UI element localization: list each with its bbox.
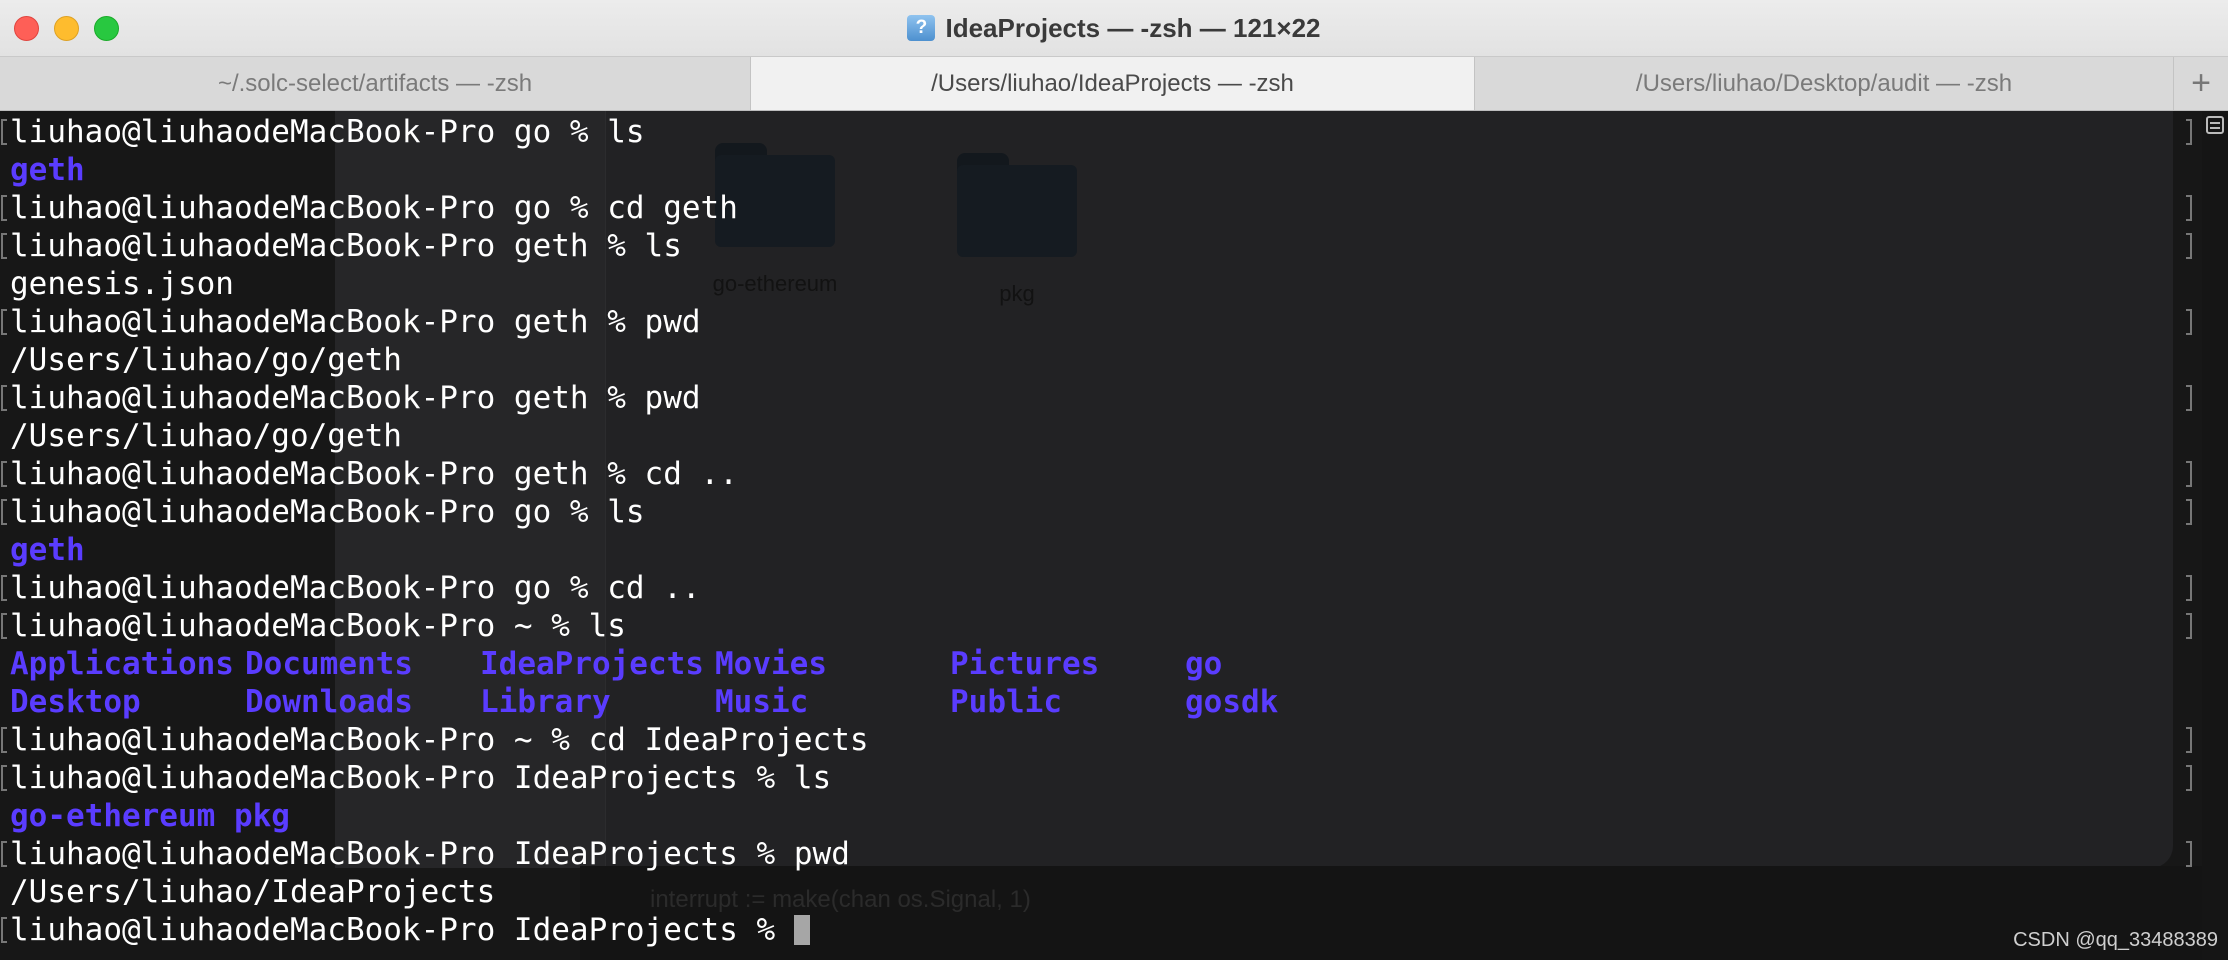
prompt-text: liuhao@liuhaodeMacBook-Pro ~ % cd IdeaPr… bbox=[10, 722, 869, 758]
prompt-text: liuhao@liuhaodeMacBook-Pro ~ % ls bbox=[10, 608, 626, 644]
prompt-line: liuhao@liuhaodeMacBook-Pro IdeaProjects … bbox=[10, 911, 1420, 949]
ls-entry: Downloads bbox=[245, 684, 413, 720]
command-output-line: genesis.json bbox=[10, 265, 1420, 303]
mark-bracket-right bbox=[2186, 499, 2192, 525]
mark-bracket-right bbox=[2186, 841, 2192, 867]
tab-audit[interactable]: /Users/liuhao/Desktop/audit — -zsh bbox=[1475, 57, 2174, 110]
ls-entry: geth bbox=[10, 152, 85, 188]
question-folder-icon: ? bbox=[907, 15, 936, 41]
ls-entry: Library bbox=[480, 684, 611, 720]
mark-bracket-left bbox=[1, 385, 7, 411]
prompt-text: liuhao@liuhaodeMacBook-Pro IdeaProjects … bbox=[10, 760, 832, 796]
prompt-text: liuhao@liuhaodeMacBook-Pro go % cd geth bbox=[10, 190, 738, 226]
mark-bracket-left bbox=[1, 765, 7, 791]
prompt-line: liuhao@liuhaodeMacBook-Pro IdeaProjects … bbox=[10, 759, 1420, 797]
ls-entry: IdeaProjects bbox=[480, 646, 704, 682]
prompt-text: liuhao@liuhaodeMacBook-Pro IdeaProjects … bbox=[10, 912, 794, 948]
command-output-line: /Users/liuhao/go/geth bbox=[10, 341, 1420, 379]
tab-solc-select[interactable]: ~/.solc-select/artifacts — -zsh bbox=[0, 57, 751, 110]
window-title-text: IdeaProjects — -zsh — 121×22 bbox=[945, 12, 1321, 43]
terminal-scroll-gutter[interactable] bbox=[2202, 111, 2228, 960]
mark-bracket-right bbox=[2186, 385, 2192, 411]
mark-bracket-left bbox=[1, 613, 7, 639]
mark-bracket-left bbox=[1, 917, 7, 943]
new-tab-button[interactable]: + bbox=[2174, 57, 2228, 110]
prompt-line: liuhao@liuhaodeMacBook-Pro geth % ls bbox=[10, 227, 1420, 265]
output-text: /Users/liuhao/go/geth bbox=[10, 342, 402, 378]
prompt-text: liuhao@liuhaodeMacBook-Pro geth % ls bbox=[10, 228, 682, 264]
split-pane-icon[interactable] bbox=[2206, 116, 2224, 134]
text-cursor bbox=[793, 915, 810, 945]
ls-entry: go bbox=[1185, 646, 1223, 682]
prompt-text: liuhao@liuhaodeMacBook-Pro geth % pwd bbox=[10, 304, 701, 340]
mark-bracket-right bbox=[2186, 233, 2192, 259]
prompt-line: liuhao@liuhaodeMacBook-Pro go % cd .. bbox=[10, 569, 1420, 607]
ls-entry: gosdk bbox=[1185, 684, 1279, 720]
prompt-line: liuhao@liuhaodeMacBook-Pro go % cd geth bbox=[10, 189, 1420, 227]
prompt-line: liuhao@liuhaodeMacBook-Pro go % ls bbox=[10, 113, 1420, 151]
output-text: /Users/liuhao/IdeaProjects bbox=[10, 874, 496, 910]
prompt-line: liuhao@liuhaodeMacBook-Pro geth % pwd bbox=[10, 303, 1420, 341]
mark-bracket-left bbox=[1, 195, 7, 221]
command-output-line: /Users/liuhao/go/geth bbox=[10, 417, 1420, 455]
mark-bracket-right bbox=[2186, 727, 2192, 753]
mark-bracket-left bbox=[1, 309, 7, 335]
prompt-line: liuhao@liuhaodeMacBook-Pro geth % cd .. bbox=[10, 455, 1420, 493]
terminal-view[interactable]: go-ethereum pkg interrupt := make(chan o… bbox=[0, 111, 2228, 960]
ls-output-row: go-ethereum pkg bbox=[10, 797, 1420, 835]
mark-bracket-right bbox=[2186, 765, 2192, 791]
mark-bracket-right bbox=[2186, 461, 2192, 487]
terminal-output: liuhao@liuhaodeMacBook-Pro go % ls geth li… bbox=[0, 111, 1420, 949]
prompt-line: liuhao@liuhaodeMacBook-Pro ~ % cd IdeaPr… bbox=[10, 721, 1420, 759]
prompt-line: liuhao@liuhaodeMacBook-Pro ~ % ls bbox=[10, 607, 1420, 645]
prompt-line: liuhao@liuhaodeMacBook-Pro IdeaProjects … bbox=[10, 835, 1420, 873]
ls-entry: Desktop bbox=[10, 684, 141, 720]
mark-bracket-right bbox=[2186, 195, 2192, 221]
mark-bracket-right bbox=[2186, 575, 2192, 601]
prompt-text: liuhao@liuhaodeMacBook-Pro IdeaProjects … bbox=[10, 836, 850, 872]
output-text: genesis.json bbox=[10, 266, 234, 302]
ls-entry: Public bbox=[950, 684, 1062, 720]
ls-entry: Movies bbox=[715, 646, 827, 682]
prompt-text: liuhao@liuhaodeMacBook-Pro go % ls bbox=[10, 114, 645, 150]
mark-bracket-left bbox=[1, 499, 7, 525]
mark-bracket-left bbox=[1, 575, 7, 601]
mark-bracket-left bbox=[1, 841, 7, 867]
output-text: /Users/liuhao/go/geth bbox=[10, 418, 402, 454]
mark-bracket-left bbox=[1, 233, 7, 259]
ls-entry: Documents bbox=[245, 646, 413, 682]
ls-entry: Music bbox=[715, 684, 809, 720]
title-bar: ? IdeaProjects — -zsh — 121×22 bbox=[0, 0, 2228, 57]
ls-output-row: geth bbox=[10, 151, 1420, 189]
tab-bar: ~/.solc-select/artifacts — -zsh /Users/l… bbox=[0, 57, 2228, 111]
ls-entry: Pictures bbox=[950, 646, 1100, 682]
prompt-line: liuhao@liuhaodeMacBook-Pro geth % pwd bbox=[10, 379, 1420, 417]
ls-entry: Applications bbox=[10, 646, 234, 682]
tab-ideaprojects[interactable]: /Users/liuhao/IdeaProjects — -zsh bbox=[751, 57, 1475, 110]
mark-bracket-left bbox=[1, 727, 7, 753]
ls-output-row: Applications Documents IdeaProjects Movies P… bbox=[10, 645, 1420, 683]
command-output-line: /Users/liuhao/IdeaProjects bbox=[10, 873, 1420, 911]
ls-entry: geth bbox=[10, 532, 85, 568]
prompt-text: liuhao@liuhaodeMacBook-Pro geth % cd .. bbox=[10, 456, 738, 492]
ls-entry: go-ethereum pkg bbox=[10, 798, 290, 834]
window-title: ? IdeaProjects — -zsh — 121×22 bbox=[0, 0, 2228, 56]
mark-bracket-left bbox=[1, 461, 7, 487]
prompt-text: liuhao@liuhaodeMacBook-Pro go % ls bbox=[10, 494, 645, 530]
watermark: CSDN @qq_33488389 bbox=[2013, 929, 2218, 951]
mark-bracket-right bbox=[2186, 119, 2192, 145]
mark-bracket-right bbox=[2186, 309, 2192, 335]
ls-output-row: geth bbox=[10, 531, 1420, 569]
prompt-text: liuhao@liuhaodeMacBook-Pro geth % pwd bbox=[10, 380, 701, 416]
prompt-text: liuhao@liuhaodeMacBook-Pro go % cd .. bbox=[10, 570, 701, 606]
mark-bracket-right bbox=[2186, 613, 2192, 639]
prompt-line: liuhao@liuhaodeMacBook-Pro go % ls bbox=[10, 493, 1420, 531]
ls-output-row: Desktop Downloads Library Music Public gosdk bbox=[10, 683, 1420, 721]
mark-bracket-left bbox=[1, 119, 7, 145]
